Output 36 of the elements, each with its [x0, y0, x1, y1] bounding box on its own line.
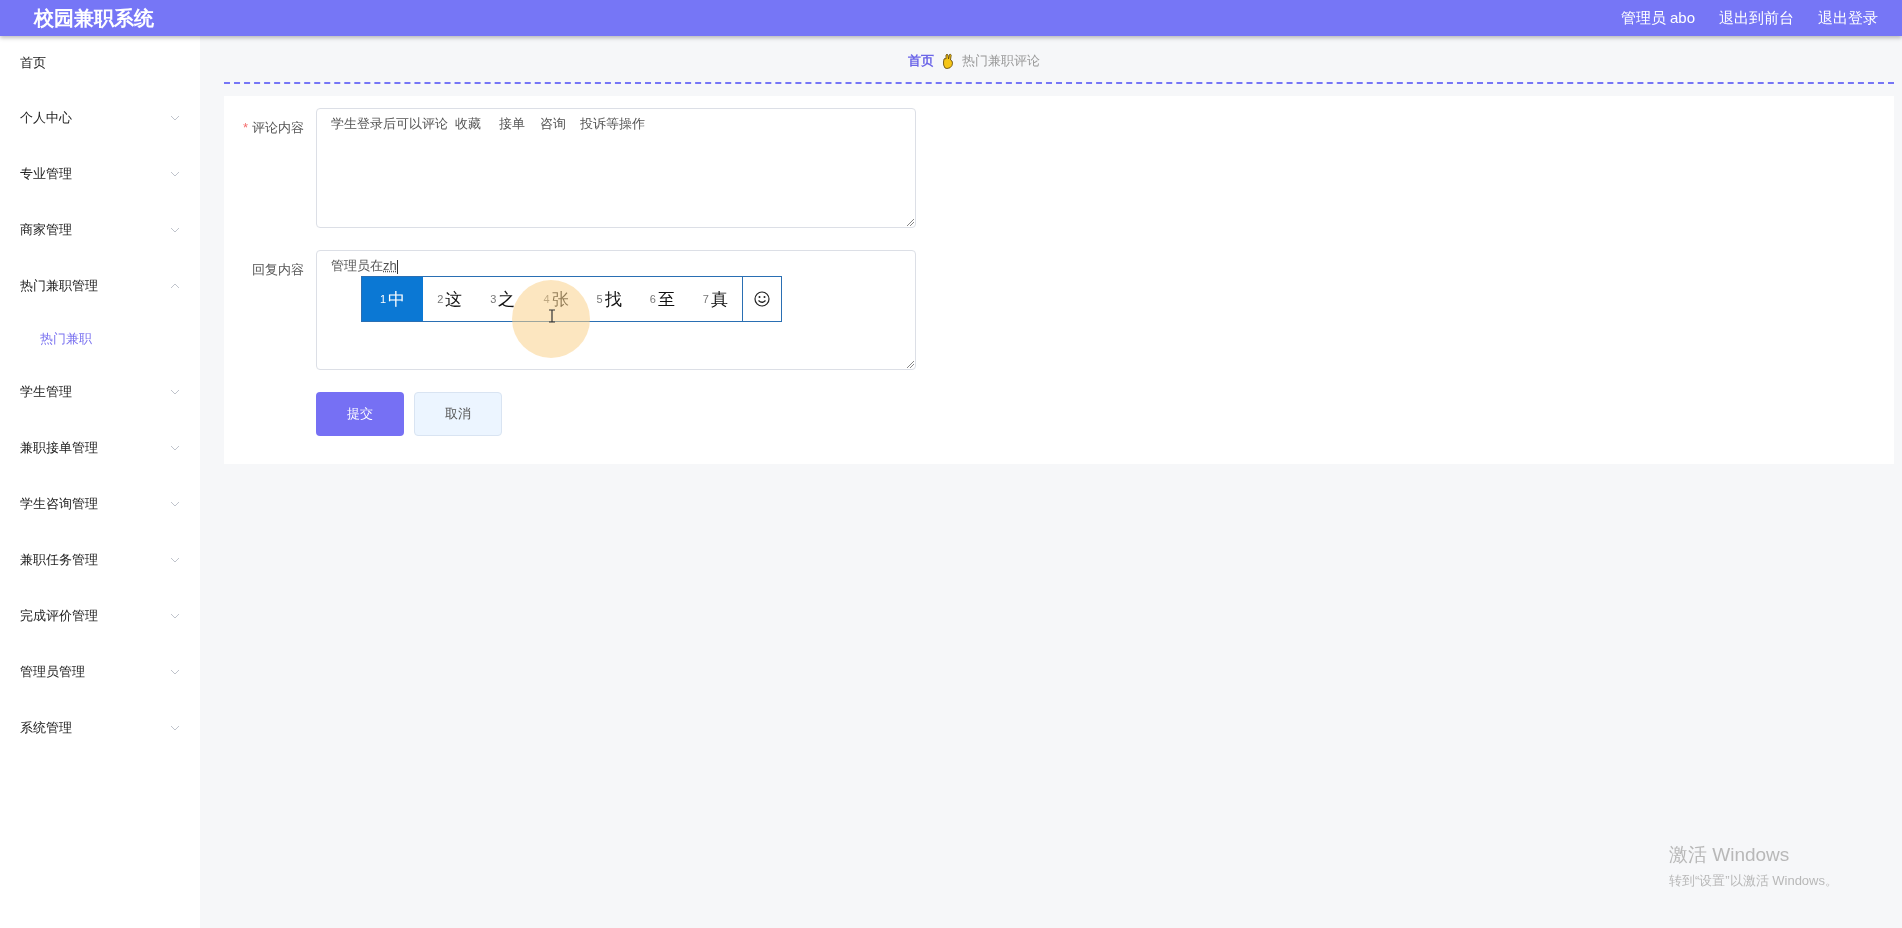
- ime-candidate[interactable]: 3之: [476, 277, 530, 321]
- cancel-button[interactable]: 取消: [414, 392, 502, 436]
- sidebar-item[interactable]: 专业管理: [0, 146, 200, 202]
- sidebar-item[interactable]: 完成评价管理: [0, 588, 200, 644]
- header-link[interactable]: 退出到前台: [1719, 8, 1794, 28]
- ime-candidate[interactable]: 7真: [688, 277, 742, 321]
- sidebar-item[interactable]: 管理员管理: [0, 644, 200, 700]
- resize-handle-icon[interactable]: [907, 361, 914, 368]
- activation-title: 激活 Windows: [1669, 843, 1791, 867]
- resize-handle-icon[interactable]: [907, 219, 914, 226]
- activation-message: 转到“设置”以激活 Windows。: [1669, 872, 1838, 890]
- submit-button[interactable]: 提交: [316, 392, 404, 436]
- text-cursor-icon: [548, 309, 556, 323]
- sidebar-item[interactable]: 商家管理: [0, 202, 200, 258]
- breadcrumb-link[interactable]: 首页: [908, 52, 934, 70]
- sidebar-item[interactable]: 学生管理: [0, 364, 200, 420]
- ime-candidate[interactable]: 5 找: [582, 277, 636, 321]
- sidebar-subitem[interactable]: 热门兼职: [0, 314, 200, 364]
- sidebar-item[interactable]: 个人中心: [0, 90, 200, 146]
- sidebar-item[interactable]: 热门兼职管理: [0, 258, 200, 314]
- ime-candidate[interactable]: 1 中: [362, 277, 424, 321]
- field-label: * 评论内容: [241, 119, 304, 137]
- sidebar-item[interactable]: 首页: [0, 46, 200, 90]
- smiley-icon: [753, 291, 770, 307]
- sidebar-item[interactable]: 兼职任务管理: [0, 532, 200, 588]
- text-area[interactable]: 学生登录后可以评论 收藏 接单 咨询 投诉等操作: [316, 108, 916, 228]
- sidebar-item[interactable]: 系统管理: [0, 700, 200, 756]
- header-link[interactable]: 管理员 abo: [1620, 8, 1695, 28]
- ime-candidate[interactable]: 6至: [635, 277, 689, 321]
- ime-candidate[interactable]: 2这: [423, 277, 477, 321]
- hand-icon: [942, 53, 954, 69]
- header-link[interactable]: 退出登录: [1818, 8, 1878, 28]
- app-title: 校园兼职系统: [34, 5, 154, 31]
- sidebar-item[interactable]: 学生咨询管理: [0, 476, 200, 532]
- field-label: 回复内容: [251, 261, 304, 279]
- sidebar-item[interactable]: 兼职接单管理: [0, 420, 200, 476]
